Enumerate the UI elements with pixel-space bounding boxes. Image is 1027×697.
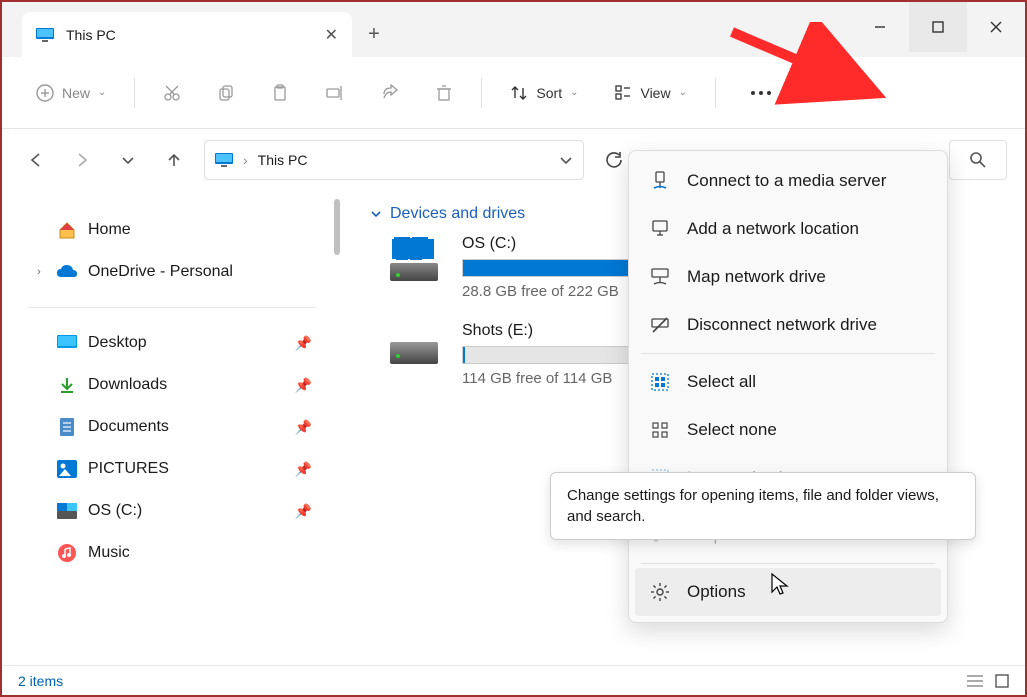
- pictures-icon: [56, 458, 78, 480]
- share-button[interactable]: [367, 73, 413, 113]
- menu-map-network-drive[interactable]: Map network drive: [635, 253, 941, 301]
- chevron-down-icon: ⌄: [679, 87, 687, 98]
- menu-connect-media-server[interactable]: Connect to a media server: [635, 157, 941, 205]
- sidebar-item-desktop[interactable]: Desktop 📌: [20, 322, 324, 364]
- document-icon: [56, 416, 78, 438]
- monitor-icon: [215, 153, 233, 167]
- view-button[interactable]: View ⌄: [600, 73, 700, 113]
- music-icon: [56, 542, 78, 564]
- minimize-button[interactable]: [851, 2, 909, 52]
- sidebar-item-documents[interactable]: Documents 📌: [20, 406, 324, 448]
- chevron-down-icon: [370, 209, 382, 219]
- sidebar-item-music[interactable]: Music: [20, 532, 324, 574]
- download-icon: [56, 374, 78, 396]
- more-button[interactable]: [730, 73, 792, 113]
- home-icon: [56, 219, 78, 241]
- pin-icon[interactable]: 📌: [295, 335, 312, 352]
- forward-button[interactable]: [66, 144, 98, 176]
- paste-button[interactable]: [257, 73, 303, 113]
- map-drive-icon: [649, 266, 671, 288]
- scissors-icon: [163, 84, 181, 102]
- select-none-icon: [649, 419, 671, 441]
- sidebar-home[interactable]: Home: [20, 209, 324, 251]
- titlebar: This PC ✕ +: [2, 2, 1025, 57]
- close-window-button[interactable]: [967, 2, 1025, 52]
- sidebar-item-os-c[interactable]: OS (C:) 📌: [20, 490, 324, 532]
- rename-button[interactable]: [311, 73, 359, 113]
- sort-icon: [510, 84, 528, 102]
- menu-disconnect-network-drive[interactable]: Disconnect network drive: [635, 301, 941, 349]
- sort-button[interactable]: Sort ⌄: [496, 73, 592, 113]
- recent-button[interactable]: [112, 144, 144, 176]
- clipboard-icon: [271, 84, 289, 102]
- plus-circle-icon: [36, 84, 54, 102]
- trash-icon: [435, 84, 453, 102]
- search-box[interactable]: [949, 140, 1007, 180]
- sidebar-onedrive[interactable]: › OneDrive - Personal: [20, 251, 324, 293]
- new-tab-button[interactable]: +: [352, 12, 396, 57]
- scrollbar-thumb[interactable]: [334, 199, 340, 255]
- monitor-icon: [36, 28, 54, 42]
- menu-options[interactable]: Options: [635, 568, 941, 616]
- menu-add-network-location[interactable]: Add a network location: [635, 205, 941, 253]
- chevron-down-icon: ⌄: [98, 87, 106, 98]
- cut-button[interactable]: [149, 73, 195, 113]
- sidebar-item-downloads[interactable]: Downloads 📌: [20, 364, 324, 406]
- select-all-icon: [649, 371, 671, 393]
- item-count: 2 items: [18, 673, 63, 689]
- delete-button[interactable]: [421, 73, 467, 113]
- up-button[interactable]: [158, 144, 190, 176]
- status-bar: 2 items: [2, 665, 1025, 695]
- pin-icon[interactable]: 📌: [295, 461, 312, 478]
- drive-shots-icon: [386, 322, 442, 370]
- address-bar[interactable]: › This PC: [204, 140, 584, 180]
- tooltip: Change settings for opening items, file …: [550, 472, 976, 540]
- window-controls: [851, 2, 1025, 52]
- chevron-down-icon: ⌄: [570, 87, 578, 98]
- chevron-right-icon[interactable]: ›: [32, 266, 46, 278]
- close-tab-icon[interactable]: ✕: [325, 25, 338, 45]
- cloud-icon: [56, 261, 78, 283]
- details-view-icon[interactable]: [967, 674, 983, 688]
- menu-select-none[interactable]: Select none: [635, 406, 941, 454]
- copy-button[interactable]: [203, 73, 249, 113]
- pin-icon[interactable]: 📌: [295, 377, 312, 394]
- refresh-button[interactable]: [598, 144, 630, 176]
- chevron-down-icon[interactable]: [559, 155, 573, 165]
- maximize-button[interactable]: [909, 2, 967, 52]
- tab-this-pc[interactable]: This PC ✕: [22, 12, 352, 57]
- drive-icon: [56, 500, 78, 522]
- share-icon: [381, 84, 399, 102]
- gear-icon: [649, 581, 671, 603]
- pin-icon[interactable]: 📌: [295, 419, 312, 436]
- menu-select-all[interactable]: Select all: [635, 358, 941, 406]
- copy-icon: [217, 84, 235, 102]
- sidebar: Home › OneDrive - Personal Desktop 📌 Dow…: [2, 191, 342, 665]
- rename-icon: [325, 84, 345, 102]
- network-location-icon: [649, 218, 671, 240]
- media-server-icon: [649, 170, 671, 192]
- drive-os-icon: [386, 235, 442, 283]
- new-button[interactable]: New ⌄: [22, 73, 120, 113]
- back-button[interactable]: [20, 144, 52, 176]
- search-icon: [970, 152, 986, 168]
- more-menu: Connect to a media server Add a network …: [628, 150, 948, 623]
- tiles-view-icon[interactable]: [995, 674, 1009, 688]
- breadcrumb-location[interactable]: This PC: [258, 152, 308, 168]
- tab-title: This PC: [66, 27, 116, 43]
- disconnect-drive-icon: [649, 314, 671, 336]
- ellipsis-icon: [750, 90, 772, 96]
- sidebar-item-pictures[interactable]: PICTURES 📌: [20, 448, 324, 490]
- view-icon: [614, 84, 632, 102]
- pin-icon[interactable]: 📌: [295, 503, 312, 520]
- toolbar: New ⌄ Sort ⌄ View ⌄: [2, 57, 1025, 129]
- desktop-icon: [56, 332, 78, 354]
